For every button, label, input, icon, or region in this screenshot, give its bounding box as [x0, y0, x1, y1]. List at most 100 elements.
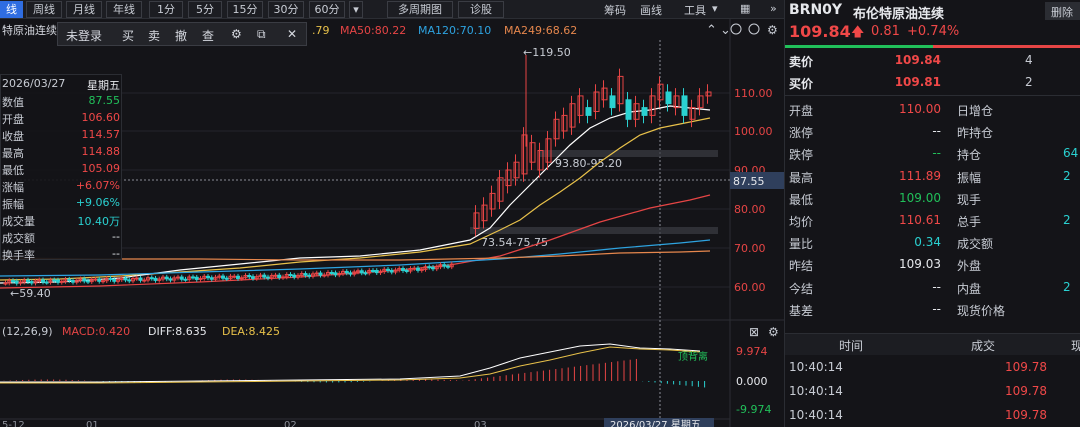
svg-text:70.00: 70.00 [734, 242, 766, 255]
info-key: 收盘 [2, 130, 24, 143]
stat-key: 开盘 [789, 104, 814, 118]
stat-key-2: 现手 [957, 192, 982, 207]
info-row: 开盘 106.60 [1, 109, 123, 126]
stat-key-2: 成交额 [957, 237, 994, 252]
svg-text:60.00: 60.00 [734, 281, 766, 294]
collapse-icon[interactable]: » [770, 2, 777, 15]
buy-button[interactable]: 买 [122, 27, 134, 44]
tab-5min[interactable]: 5分 [188, 1, 222, 18]
candle-body [371, 269, 375, 272]
tab-60min[interactable]: 60分 [309, 1, 345, 18]
tab-monthly[interactable]: 月线 [66, 1, 102, 18]
login-status[interactable]: 未登录 [66, 27, 102, 44]
trade-price: 109.78 [1005, 408, 1047, 422]
candle-body [277, 274, 282, 278]
tab-30min[interactable]: 30分 [268, 1, 304, 18]
candle-body [363, 272, 368, 275]
period-toolbar: 线 周线 月线 年线 1分 5分 15分 30分 60分 ▾ 多周期图 诊股 筹… [0, 0, 784, 19]
macd-settings-icon[interactable]: ⚙ [768, 325, 779, 339]
candle-body [281, 276, 285, 279]
info-row: 数值 87.55 [1, 92, 123, 109]
stat-row: 开盘 110.00 日增仓 [785, 99, 1080, 121]
range-label-1: 93.80-95.20 [555, 157, 622, 170]
tab-15min[interactable]: 15分 [227, 1, 263, 18]
crosshair-info-panel: 2026/03/27 星期五 数值 87.55 开盘 106.60 收盘 114.57 最高… [0, 74, 123, 262]
high-marker: ←119.50 [523, 46, 571, 59]
chips-button[interactable]: 筹码 [604, 2, 626, 18]
macd-axis-bottom: -9.974 [736, 403, 771, 416]
tab-yearly[interactable]: 年线 [106, 1, 142, 18]
info-key: 成交额 [2, 232, 35, 245]
stat-key: 均价 [789, 215, 814, 229]
candle-body [288, 274, 293, 277]
candle-body [224, 277, 229, 280]
last-price: 109.84 [789, 22, 851, 41]
info-row: 最低 105.09 [1, 160, 123, 177]
close-icon[interactable]: ✕ [287, 27, 297, 41]
query-button[interactable]: 查 [202, 27, 214, 44]
candle-body [446, 265, 450, 268]
candle-body [82, 278, 87, 282]
bid-ask-bar [785, 45, 1080, 48]
svg-text:80.00: 80.00 [734, 203, 766, 216]
tab-daily[interactable]: 线 [0, 1, 23, 18]
candle-body [56, 279, 60, 283]
candle-body [314, 272, 319, 275]
diagnose-button[interactable]: 诊股 [458, 1, 504, 18]
candle-body [138, 277, 143, 281]
info-key: 数值 [2, 96, 24, 109]
candle-body [386, 268, 390, 271]
down-icon[interactable]: ⌄ [720, 23, 731, 38]
settings-icon[interactable]: ⚙ [767, 23, 778, 37]
window-icon[interactable]: ⧉ [257, 27, 266, 42]
stat-value-2: 2 [1063, 213, 1071, 227]
delete-button[interactable]: 删除 [1045, 2, 1080, 20]
tab-1min[interactable]: 1分 [149, 1, 183, 18]
gear-icon[interactable]: ⚙ [231, 27, 242, 41]
stat-key-2: 昨持仓 [957, 126, 994, 141]
macd-value: MACD:0.420 [62, 325, 130, 338]
candle-body [401, 268, 405, 271]
candle-body [416, 267, 420, 271]
candle-body [609, 95, 616, 109]
macd-axis-top: 9.974 [736, 345, 768, 358]
candle-body [41, 279, 45, 283]
candle-body [625, 99, 632, 120]
stat-value: 109.00 [899, 190, 941, 205]
ma-partial: .79 [312, 24, 330, 37]
grid-icon[interactable]: ▦ [740, 2, 750, 15]
info-key: 最低 [2, 164, 24, 177]
candle-body [427, 266, 432, 269]
tools-dropdown-icon[interactable]: ▾ [712, 2, 718, 15]
more-periods-button[interactable]: ▾ [349, 1, 363, 18]
multi-period-button[interactable]: 多周期图 [387, 1, 453, 18]
candle-body [179, 276, 184, 280]
sell-button[interactable]: 卖 [148, 27, 160, 44]
cancel-order-button[interactable]: 撤 [175, 27, 187, 44]
stat-key-2: 现货价格 [957, 303, 1006, 318]
candle-body [665, 91, 672, 105]
info-value: 105.09 [81, 162, 121, 175]
info-key: 涨幅 [2, 181, 24, 194]
stat-value: -- [932, 301, 941, 316]
range-label-2: 73.54-75.75 [481, 236, 548, 249]
up-icon[interactable]: ⌃ [706, 23, 717, 38]
tools-button[interactable]: 工具 [684, 2, 706, 18]
candle-body [127, 279, 132, 282]
candle-body [176, 276, 180, 279]
close-macd-icon[interactable]: ⊠ [749, 325, 759, 339]
candle-body [142, 279, 147, 282]
stat-row: 量比 0.34 成交额 [785, 232, 1080, 254]
trade-row: 10:40:14 109.78 [785, 405, 1080, 427]
trade-row: 10:40:14 109.78 [785, 381, 1080, 403]
svg-text:02: 02 [284, 420, 297, 427]
svg-text:5-12: 5-12 [2, 420, 25, 427]
ask-row: 卖价 109.84 4 [789, 53, 1033, 69]
info-value: -- [112, 230, 120, 243]
info-row: 成交量 10.40万 [1, 211, 123, 228]
tab-weekly[interactable]: 周线 [26, 1, 62, 18]
stat-value: 110.00 [899, 102, 941, 116]
candle-body [206, 275, 210, 279]
info-key: 成交量 [2, 215, 35, 228]
draw-line-button[interactable]: 画线 [640, 2, 662, 18]
